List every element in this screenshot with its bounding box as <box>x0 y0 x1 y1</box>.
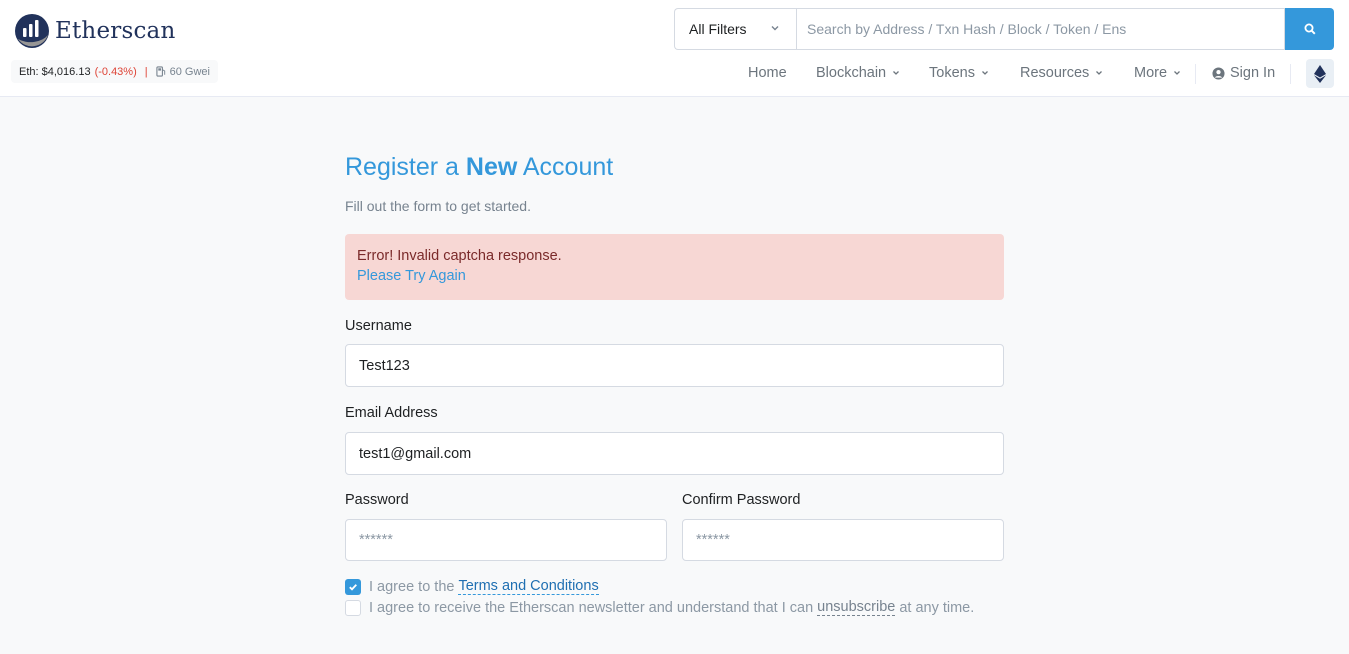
network-switch-button[interactable] <box>1306 59 1334 88</box>
nav-tokens[interactable]: Tokens <box>929 65 989 81</box>
try-again-link[interactable]: Please Try Again <box>357 268 992 284</box>
username-input[interactable] <box>345 344 1004 387</box>
etherscan-logo-icon <box>15 14 49 48</box>
username-label: Username <box>345 318 412 334</box>
newsletter-agreement: I agree to receive the Etherscan newslet… <box>345 599 974 616</box>
newsletter-prefix: I agree to receive the Etherscan newslet… <box>369 599 814 616</box>
password-input[interactable] <box>345 519 667 561</box>
etherscan-logo[interactable]: Etherscan <box>14 13 175 49</box>
confirm-password-input[interactable] <box>682 519 1004 561</box>
page-subtitle: Fill out the form to get started. <box>345 198 531 214</box>
chevron-down-icon <box>893 71 900 75</box>
unsubscribe-link[interactable]: unsubscribe <box>817 599 896 616</box>
nav-more-label: More <box>1134 65 1168 81</box>
chevron-down-icon <box>981 71 988 75</box>
nav-sign-in-label: Sign In <box>1230 65 1276 81</box>
search-button[interactable] <box>1285 8 1334 50</box>
nav-more[interactable]: More <box>1134 65 1181 81</box>
email-input[interactable] <box>345 432 1004 475</box>
nav-blockchain[interactable]: Blockchain <box>816 65 900 81</box>
newsletter-checkbox[interactable] <box>345 599 361 616</box>
search-icon <box>1304 23 1316 35</box>
nav-tokens-label: Tokens <box>929 65 975 81</box>
page-title: Register a New Account <box>345 150 1004 184</box>
nav-blockchain-label: Blockchain <box>816 65 887 81</box>
register-form: Register a New Account Fill out the form… <box>345 150 1004 300</box>
ethereum-icon <box>1314 64 1326 83</box>
search-filter-label: All Filters <box>689 21 747 37</box>
title-emphasis: New <box>465 153 518 181</box>
site-header: Etherscan Eth: $4,016.13 (-0.43%) | 60 G… <box>0 0 1349 97</box>
chevron-down-icon <box>1174 71 1181 75</box>
error-message: Error! Invalid captcha response. <box>357 248 562 264</box>
nav-divider <box>1195 64 1196 84</box>
search-filter-select[interactable]: All Filters <box>674 8 796 50</box>
main-nav: Home Blockchain Tokens Resources More Si… <box>0 60 1349 88</box>
chevron-down-icon <box>771 26 779 31</box>
error-alert: Error! Invalid captcha response. Please … <box>345 234 1004 300</box>
title-prefix: Register a <box>345 153 466 181</box>
nav-divider <box>1290 64 1291 84</box>
search-input[interactable] <box>796 8 1285 50</box>
nav-home-label: Home <box>748 65 787 81</box>
password-label: Password <box>345 492 409 508</box>
nav-resources-label: Resources <box>1020 65 1090 81</box>
terms-prefix: I agree to the <box>369 578 455 595</box>
newsletter-suffix: at any time. <box>899 599 975 616</box>
email-label: Email Address <box>345 405 438 421</box>
terms-agreement: I agree to the Terms and Conditions <box>345 578 599 595</box>
chevron-down-icon <box>1096 71 1103 75</box>
brand-name: Etherscan <box>55 18 176 44</box>
search-bar: All Filters <box>674 8 1334 50</box>
confirm-password-label: Confirm Password <box>682 492 801 508</box>
nav-home[interactable]: Home <box>748 65 787 81</box>
title-suffix: Account <box>517 153 614 181</box>
nav-sign-in[interactable]: Sign In <box>1212 65 1275 81</box>
terms-checkbox[interactable] <box>345 578 361 595</box>
user-circle-icon <box>1212 66 1225 80</box>
nav-resources[interactable]: Resources <box>1020 65 1103 81</box>
terms-link[interactable]: Terms and Conditions <box>458 578 599 595</box>
check-icon <box>349 583 357 591</box>
